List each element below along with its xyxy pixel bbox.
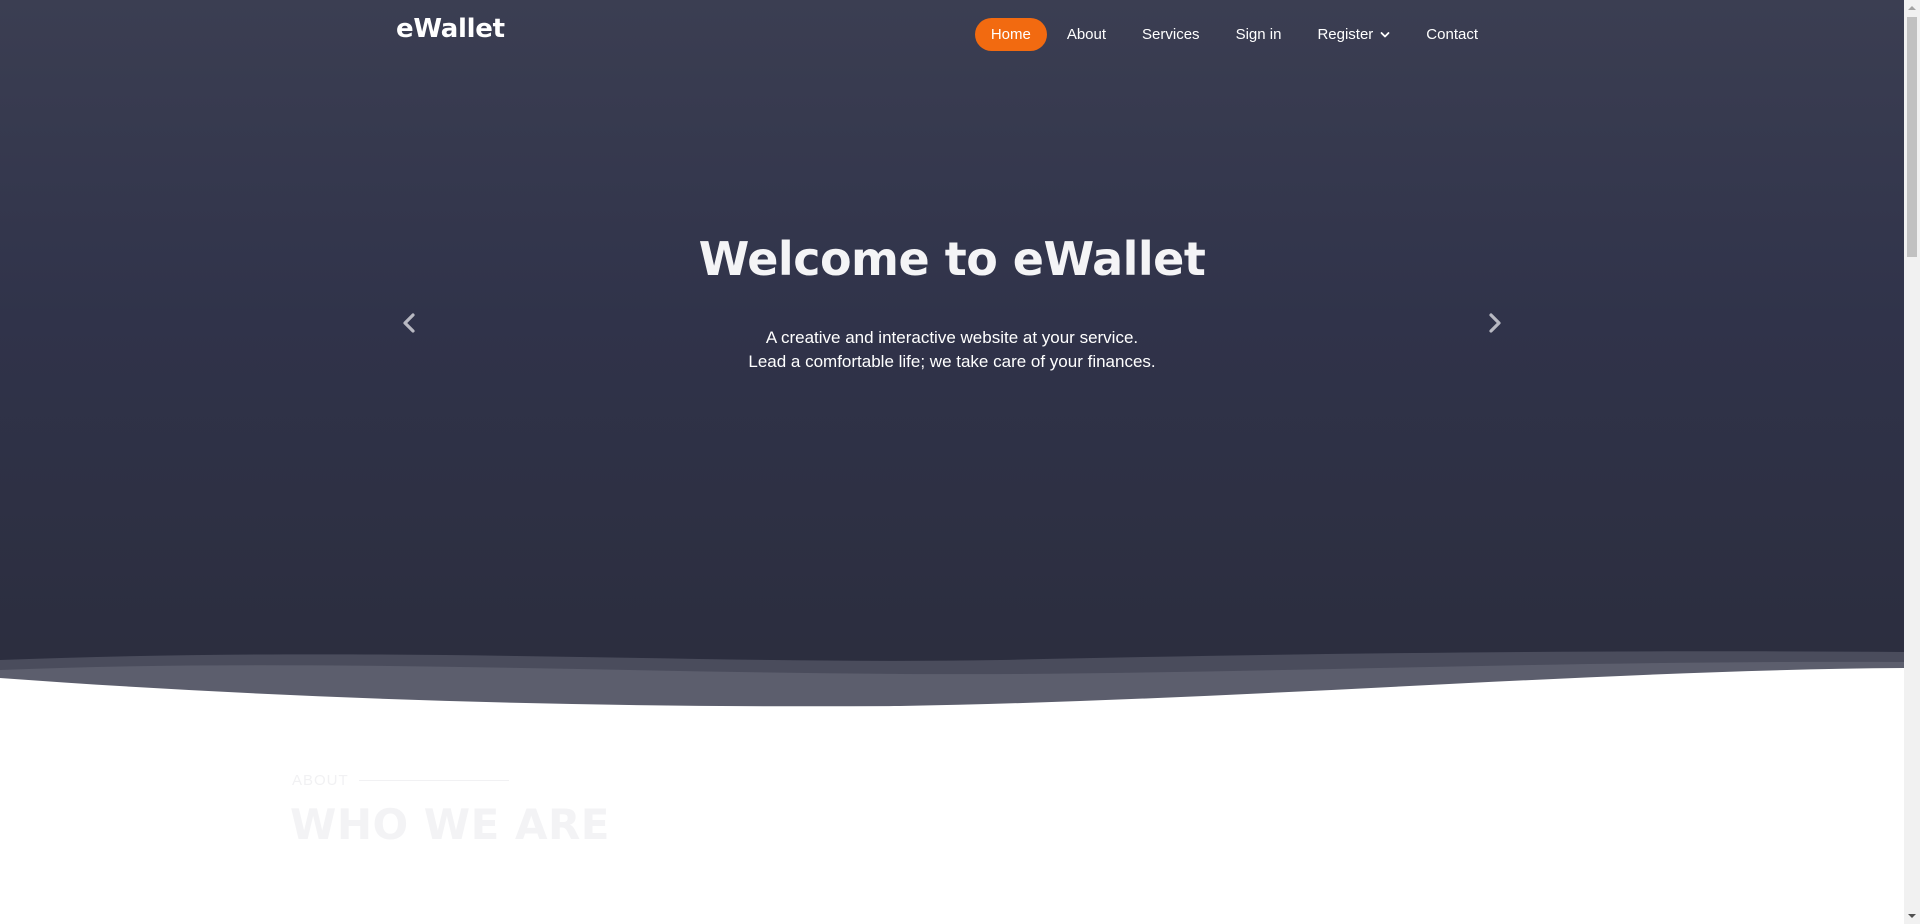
nav-about[interactable]: About: [1051, 18, 1122, 51]
navbar: eWallet Home About Services Sign in Regi…: [0, 0, 1904, 68]
hero-carousel: eWallet Home About Services Sign in Regi…: [0, 0, 1904, 710]
chevron-left-icon: [403, 313, 415, 333]
about-title: WHO WE ARE: [290, 800, 610, 849]
nav-register[interactable]: Register: [1301, 18, 1406, 51]
chevron-right-icon: [1489, 313, 1501, 333]
about-eyebrow-divider: [358, 780, 509, 781]
hero-title: Welcome to eWallet: [698, 232, 1206, 286]
hero-wave-divider: [0, 651, 1904, 710]
scroll-down-icon[interactable]: [1904, 908, 1920, 924]
scrollbar-thumb[interactable]: [1907, 17, 1917, 257]
about-eyebrow-label: ABOUT: [292, 772, 349, 789]
logo[interactable]: eWallet: [396, 14, 505, 44]
nav-sign-in[interactable]: Sign in: [1220, 18, 1298, 51]
carousel-prev-button[interactable]: [394, 306, 424, 340]
page: eWallet Home About Services Sign in Regi…: [0, 0, 1904, 924]
nav-home[interactable]: Home: [974, 18, 1047, 51]
scroll-up-icon[interactable]: [1904, 0, 1920, 16]
nav-contact[interactable]: Contact: [1410, 18, 1494, 51]
main-nav: Home About Services Sign in Register Con…: [974, 18, 1494, 51]
chevron-down-icon: [1380, 31, 1390, 37]
hero-subtitle-line-2: Lead a comfortable life; we take care of…: [748, 352, 1156, 371]
nav-services[interactable]: Services: [1126, 18, 1216, 51]
hero-subtitle: A creative and interactive website at yo…: [0, 326, 1904, 374]
carousel-next-button[interactable]: [1480, 306, 1510, 340]
hero-subtitle-line-1: A creative and interactive website at yo…: [765, 328, 1139, 347]
about-eyebrow: ABOUT: [292, 772, 509, 789]
page-scrollbar[interactable]: [1904, 0, 1920, 924]
nav-register-label: Register: [1317, 26, 1374, 43]
